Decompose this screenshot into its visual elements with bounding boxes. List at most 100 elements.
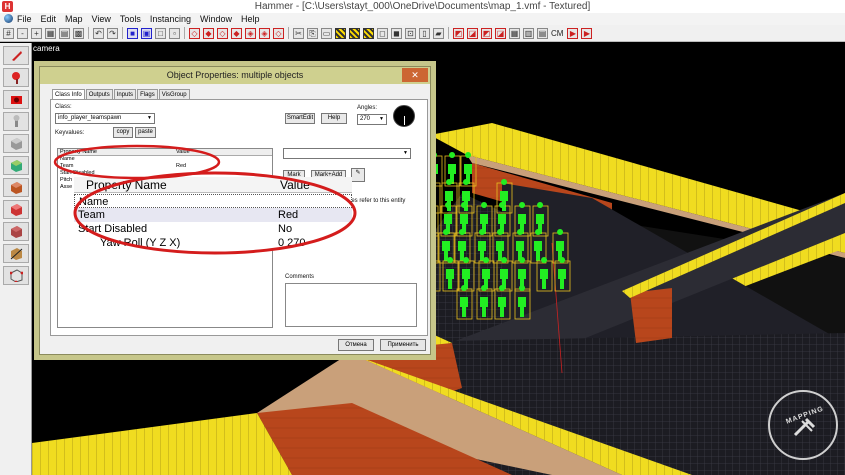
camera-tool[interactable] (3, 90, 29, 109)
copy-icon[interactable]: ⎘ (307, 27, 318, 39)
tab-outputs[interactable]: Outputs (85, 89, 113, 99)
redo-icon[interactable]: ↷ (107, 27, 118, 39)
grid-icon[interactable]: # (3, 27, 14, 39)
help-button[interactable]: Help (321, 113, 347, 124)
undo-icon[interactable]: ↶ (93, 27, 104, 39)
globe-icon[interactable] (4, 14, 13, 23)
grid-cell: Red (176, 163, 187, 169)
comments-textbox[interactable] (285, 283, 417, 327)
texture-tool[interactable] (3, 156, 29, 175)
grid-toggle-icon[interactable]: ▤ (59, 27, 70, 39)
cancel-button[interactable]: Отмена (338, 339, 374, 351)
overlay-tool[interactable] (3, 222, 29, 241)
cm-label[interactable]: CM (551, 29, 563, 38)
grid-cell: Pitch (60, 177, 73, 183)
smartedit-button[interactable]: SmartEdit (285, 113, 315, 124)
class-combo[interactable]: info_player_teamspawn ▼ (55, 113, 155, 124)
tab-flags[interactable]: Flags (137, 89, 158, 99)
apply-button[interactable]: Применить (380, 339, 426, 351)
tab-class-info[interactable]: Class Info (52, 89, 85, 99)
paste-button[interactable]: paste (135, 127, 156, 138)
texture-app-icon[interactable]: ▥ (523, 27, 534, 39)
dialog-tabs: Class Info Outputs Inputs Flags VisGroup (52, 89, 191, 99)
carve-icon[interactable]: ■ (127, 27, 138, 39)
magnify-tool[interactable] (3, 68, 29, 87)
grid-3d-icon[interactable]: ▦ (45, 27, 56, 39)
compile-run-icon[interactable]: ▶ (581, 27, 593, 39)
toggle-helpers-icon[interactable] (349, 27, 360, 39)
grid-smaller-icon[interactable]: - (17, 27, 28, 39)
hammer-icon (793, 417, 816, 437)
copy-button[interactable]: copy (113, 127, 133, 138)
entity-report-icon[interactable]: ◪ (467, 27, 478, 39)
cordon-icon[interactable]: ▦ (509, 27, 520, 39)
zoom-cell: Team (78, 209, 105, 221)
dialog-title: Object Properties: multiple objects (40, 67, 430, 84)
tie-entity-icon[interactable]: ▫ (169, 27, 180, 39)
angles-label: Angles: (357, 105, 378, 111)
menu-bar: File Edit Map View Tools Instancing Wind… (0, 13, 845, 25)
cut-icon[interactable]: ✂ (293, 27, 304, 39)
group-icon[interactable]: ▣ (141, 27, 152, 39)
map-info-icon[interactable]: ◪ (495, 27, 506, 39)
decal-icon (10, 204, 22, 216)
menu-edit[interactable]: Edit (41, 13, 57, 25)
decal-icon[interactable]: ◼ (391, 27, 402, 39)
grid-row-start-disabled[interactable]: Start Disabled (58, 170, 272, 177)
select-icon[interactable]: ⊡ (405, 27, 416, 39)
tab-inputs[interactable]: Inputs (113, 89, 137, 99)
show-all-icon[interactable]: ◆ (231, 27, 242, 39)
run-map-icon[interactable]: ◩ (453, 27, 464, 39)
zoom-cell: No (278, 223, 293, 235)
zoom-row-name[interactable]: Name (74, 194, 352, 208)
clipping-tool[interactable] (3, 244, 29, 263)
toggle-models-icon[interactable] (363, 27, 374, 39)
hide-unselected-icon[interactable]: ◇ (217, 27, 228, 39)
angles-combo[interactable]: 270 ▼ (357, 114, 387, 125)
layers-icon[interactable]: ▤ (537, 27, 548, 39)
paste-icon[interactable]: ▭ (321, 27, 332, 39)
hide-icon[interactable]: ◇ (189, 27, 200, 39)
pointer-icon (11, 51, 22, 61)
texture-scale-lock-icon[interactable]: ◈ (259, 27, 270, 39)
menu-help[interactable]: Help (241, 13, 260, 25)
grid-larger-icon[interactable]: + (31, 27, 42, 39)
flip-icon[interactable]: ▯ (419, 27, 430, 39)
angle-dial[interactable] (393, 105, 415, 127)
vertex-icon (9, 269, 23, 282)
decal-tool[interactable] (3, 200, 29, 219)
check-problems-icon[interactable]: ◩ (481, 27, 492, 39)
apply-texture-tool[interactable] (3, 178, 29, 197)
zoom-row-angles[interactable]: Yaw Roll (Y Z X) 0 270 (74, 236, 352, 250)
grid-hex-icon[interactable]: ▩ (73, 27, 84, 39)
autoselect-groups-icon[interactable]: ◇ (273, 27, 284, 39)
ungroup-icon[interactable]: □ (155, 27, 166, 39)
zoom-row-team[interactable]: Team Red (74, 208, 352, 222)
snap-icon[interactable]: ◻ (377, 27, 388, 39)
texture-lock-icon[interactable]: ◈ (245, 27, 256, 39)
toggle-nodraw-icon[interactable] (335, 27, 346, 39)
show-icon[interactable]: ◆ (203, 27, 214, 39)
compile-icon[interactable]: ▶ (567, 27, 579, 39)
vertex-tool[interactable] (3, 266, 29, 285)
block-tool[interactable] (3, 134, 29, 153)
menu-map[interactable]: Map (65, 13, 83, 25)
menu-tools[interactable]: Tools (120, 13, 141, 25)
zoom-row-start-disabled[interactable]: Start Disabled No (74, 222, 352, 236)
selection-tool[interactable] (3, 46, 29, 65)
camera-icon (10, 96, 22, 104)
main-toolbar: # - + ▦ ▤ ▩ ↶ ↷ ■ ▣ □ ▫ ◇ ◆ ◇ ◆ ◈ ◈ ◇ ✂ … (0, 25, 845, 42)
grid-row-name[interactable]: Name (58, 156, 272, 163)
eyedropper-icon[interactable]: ✎ (351, 168, 365, 182)
tab-visgroup[interactable]: VisGroup (158, 89, 190, 99)
grid-row-team[interactable]: Team Red (58, 163, 272, 170)
entity-tool[interactable] (3, 112, 29, 131)
menu-file[interactable]: File (17, 13, 32, 25)
value-combo[interactable]: ▼ (283, 148, 411, 159)
block-icon (10, 138, 22, 150)
menu-window[interactable]: Window (200, 13, 232, 25)
menu-view[interactable]: View (92, 13, 111, 25)
align-icon[interactable]: ▰ (433, 27, 444, 39)
menu-instancing[interactable]: Instancing (150, 13, 191, 25)
dialog-close-button[interactable]: ✕ (402, 68, 428, 82)
